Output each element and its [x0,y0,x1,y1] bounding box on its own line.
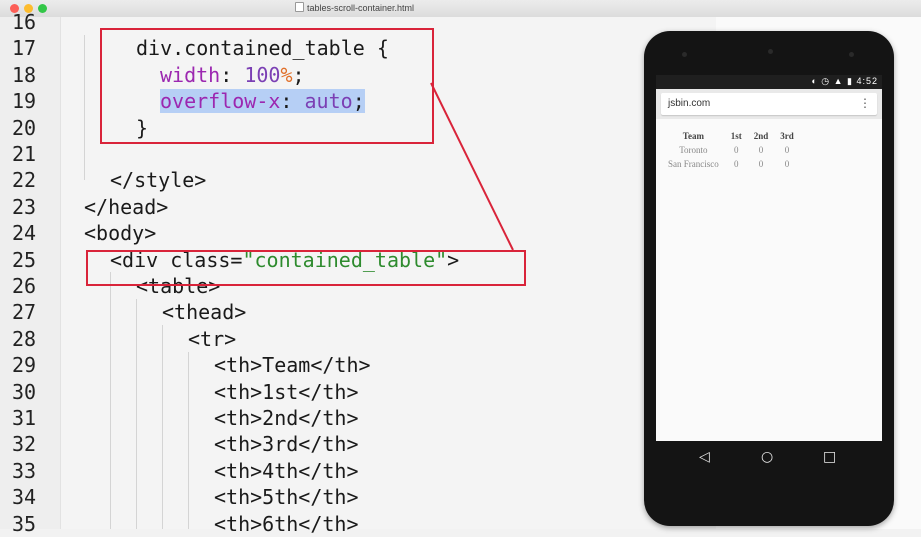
url-field[interactable]: jsbin.com ⋮ [661,93,877,115]
kebab-menu-icon[interactable]: ⋮ [859,96,871,110]
home-circle-icon[interactable]: ○ [761,449,773,465]
phone-screen[interactable]: ◐ ◷ ▲ ▮ 4:52 jsbin.com ⋮ Team 1st 2nd 3r… [656,75,882,441]
table-cell: San Francisco [668,159,719,169]
window-titlebar: tables-scroll-container.html [0,0,921,18]
code-editor[interactable]: 16 17 18 19 20 21 22 23 24 25 26 27 28 2… [0,10,921,536]
table-header-row: Team 1st 2nd 3rd [662,129,800,143]
back-triangle-icon[interactable]: ◁ [699,449,710,465]
table-row: Toronto 0 0 0 [662,143,800,157]
table-cell: 0 [734,159,739,169]
table-cell: 0 [784,145,790,155]
status-icons: ◐ ◷ ▲ ▮ 4:52 [811,76,878,86]
window-title: tables-scroll-container.html [295,2,414,13]
table-header: 1st [730,131,742,141]
table-header: 3rd [780,131,794,141]
status-time: 4:52 [856,76,878,86]
phone-mockup: ◐ ◷ ▲ ▮ 4:52 jsbin.com ⋮ Team 1st 2nd 3r… [644,31,894,526]
table-header: 2nd [753,131,769,141]
sensor-icon [849,52,854,57]
annotation-arrow-line [430,82,514,251]
url-text: jsbin.com [668,98,711,109]
table-cell: Toronto [679,145,708,155]
table-cell: 0 [758,145,764,155]
phone-nav-bar: ◁ ○ □ [644,441,894,481]
speaker-icon [768,49,773,54]
window-title-text: tables-scroll-container.html [307,3,415,13]
table-row: San Francisco 0 0 0 [662,157,800,171]
table-cell: 0 [734,145,739,155]
recents-square-icon[interactable]: □ [823,449,836,465]
scores-table: Team 1st 2nd 3rd Toronto 0 0 0 San Franc… [662,129,800,171]
status-bar: ◐ ◷ ▲ ▮ 4:52 [656,75,882,89]
front-camera-icon [682,52,687,57]
table-cell: 0 [784,159,790,169]
browser-toolbar: jsbin.com ⋮ [656,89,882,119]
table-header: Team [682,131,704,141]
document-icon [295,2,304,12]
table-cell: 0 [758,159,764,169]
